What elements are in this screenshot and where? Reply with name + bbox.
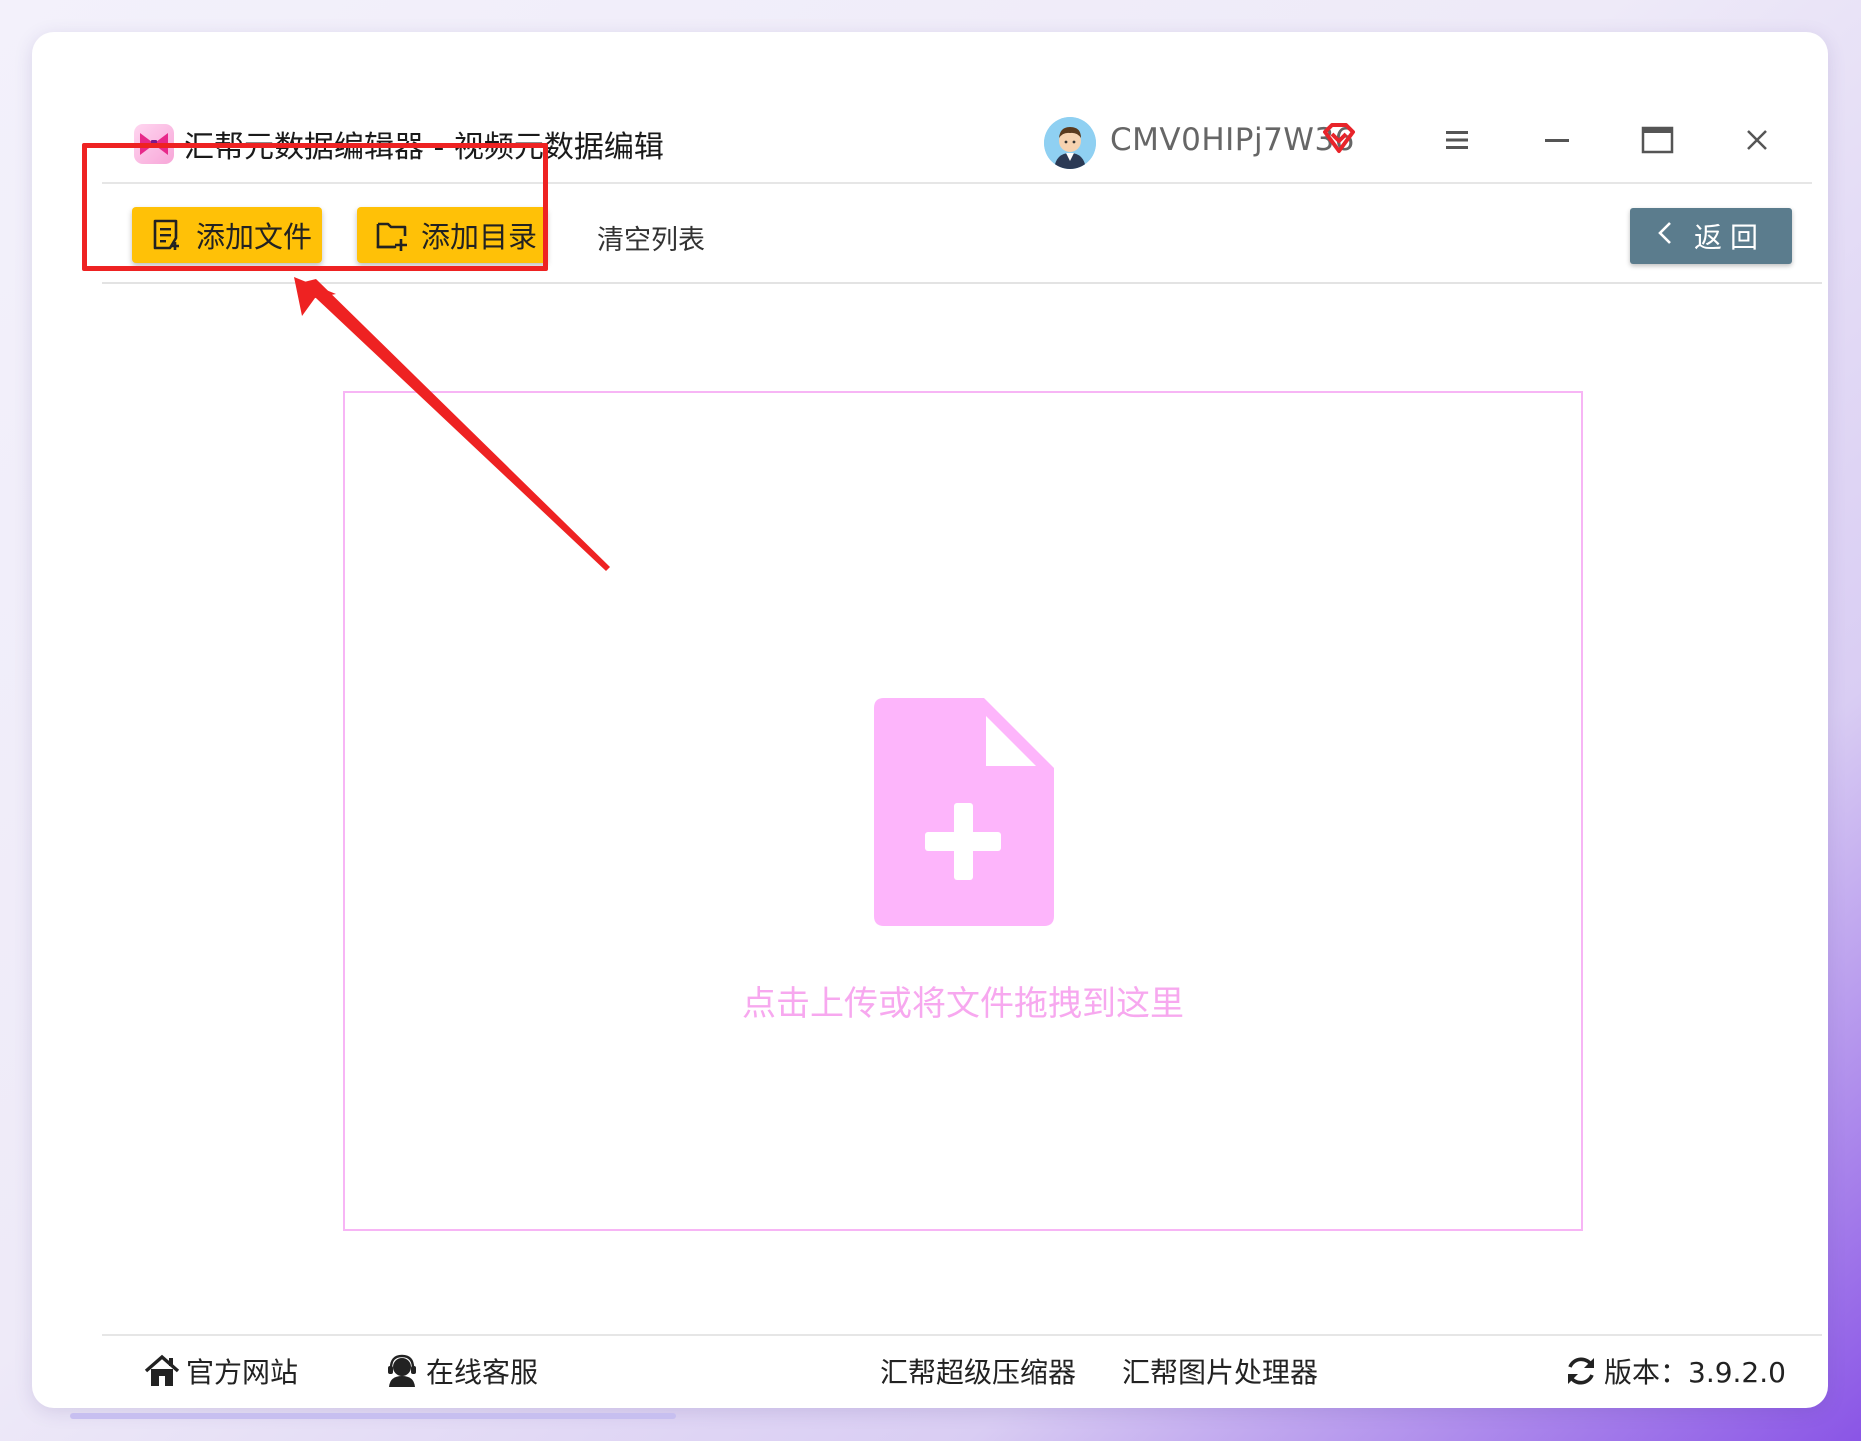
clear-list-button[interactable]: 清空列表 xyxy=(597,218,705,257)
vip-diamond-icon[interactable] xyxy=(1322,122,1356,158)
maximize-icon[interactable] xyxy=(1637,120,1677,160)
version-label: 版本：3.9.2.0 xyxy=(1604,1356,1786,1389)
home-icon xyxy=(144,1354,180,1386)
username: CMV0HIPj7W36 xyxy=(1110,122,1355,158)
official-site-label: 官方网站 xyxy=(186,1356,299,1389)
chevron-left-icon xyxy=(1656,220,1674,253)
back-button[interactable]: 返回 xyxy=(1630,208,1792,264)
footer-bar: 官方网站 在线客服 汇帮超级压缩器 汇帮图片处理器 版本：3.9.2.0 xyxy=(102,1334,1822,1404)
file-drop-zone[interactable]: 点击上传或将文件拖拽到这里 xyxy=(343,391,1583,1231)
close-icon[interactable] xyxy=(1737,120,1777,160)
online-service-label: 在线客服 xyxy=(426,1356,539,1389)
official-site-link[interactable]: 官方网站 xyxy=(144,1351,298,1391)
hamburger-menu-icon[interactable] xyxy=(1437,120,1477,160)
back-label: 返回 xyxy=(1693,221,1766,254)
user-avatar[interactable] xyxy=(1044,117,1096,169)
annotation-highlight-box xyxy=(82,143,548,271)
customer-service-icon xyxy=(388,1354,416,1387)
file-add-icon xyxy=(874,698,1054,930)
horizontal-scrollbar[interactable] xyxy=(70,1413,676,1419)
image-processor-link[interactable]: 汇帮图片处理器 xyxy=(1122,1351,1318,1391)
minimize-icon[interactable] xyxy=(1537,120,1577,160)
version-info: 版本：3.9.2.0 xyxy=(1564,1351,1786,1391)
online-service-link[interactable]: 在线客服 xyxy=(384,1351,538,1391)
compressor-link[interactable]: 汇帮超级压缩器 xyxy=(880,1351,1076,1391)
drop-hint-text: 点击上传或将文件拖拽到这里 xyxy=(742,984,1184,1024)
refresh-icon xyxy=(1568,1357,1594,1385)
